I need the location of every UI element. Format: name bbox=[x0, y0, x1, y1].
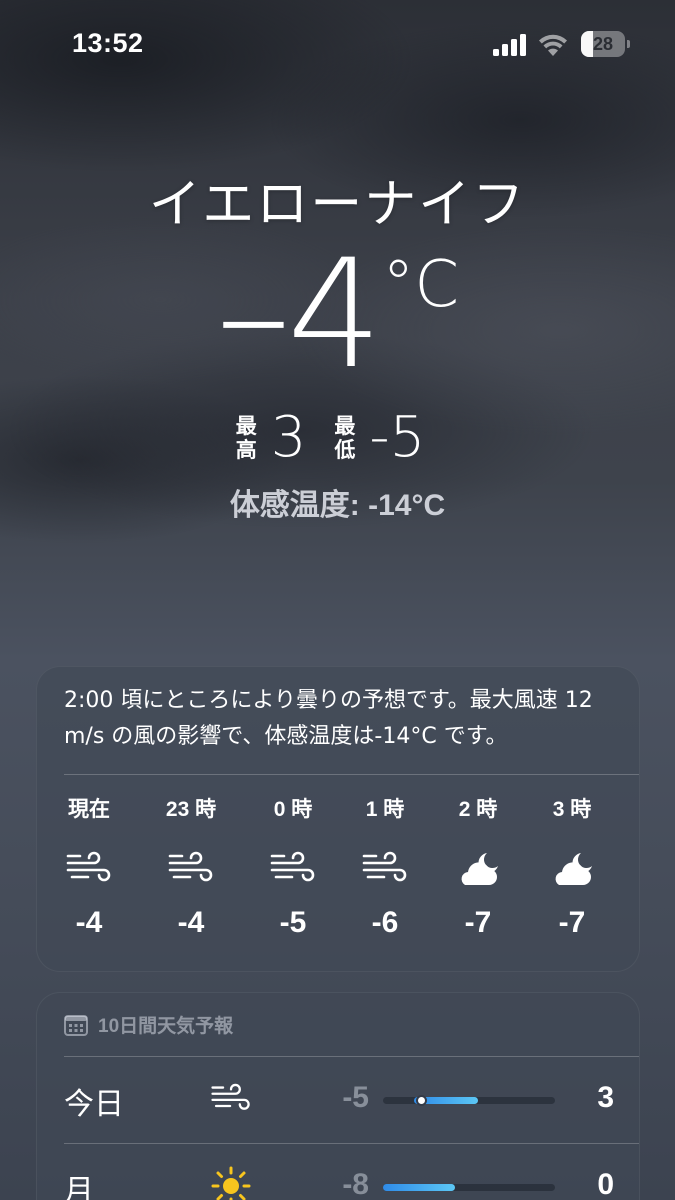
battery-icon: 28 bbox=[581, 31, 631, 57]
wind-icon bbox=[360, 849, 410, 889]
high-low: 最高 3 最低 -5 bbox=[0, 408, 675, 468]
calendar-icon bbox=[64, 1014, 88, 1036]
hour-label: 23 時 bbox=[165, 798, 217, 821]
temperature-range-bar bbox=[383, 1184, 555, 1191]
hour-temperature: -6 bbox=[371, 906, 399, 939]
high-label: 最高 bbox=[235, 414, 257, 462]
hour-label: 1 時 bbox=[365, 798, 405, 821]
sun-icon bbox=[209, 1166, 253, 1200]
hour-temperature: -5 bbox=[279, 906, 307, 939]
current-temperature: –4°C bbox=[0, 235, 675, 395]
day-high: 3 bbox=[597, 1081, 614, 1114]
temperature-unit: °C bbox=[382, 248, 460, 322]
day-row[interactable]: 月 -8 0 bbox=[37, 1144, 641, 1200]
low-temperature: -5 bbox=[369, 405, 426, 470]
day-low: -8 bbox=[342, 1168, 369, 1200]
battery-level: 28 bbox=[592, 34, 614, 54]
hourly-forecast-card[interactable]: 2:00 頃にところにより曇りの予想です。最大風速 12 m/s の風の影響で、… bbox=[36, 666, 640, 972]
ten-day-title: 10日間天気予報 bbox=[98, 1016, 234, 1037]
high-temperature: 3 bbox=[270, 405, 307, 470]
signal-icon bbox=[493, 34, 526, 56]
wind-icon bbox=[166, 849, 216, 889]
day-low: -5 bbox=[342, 1081, 369, 1114]
divider bbox=[64, 774, 639, 775]
ten-day-header: 10日間天気予報 bbox=[64, 1011, 233, 1038]
wifi-icon bbox=[539, 34, 567, 56]
hour-temperature: -7 bbox=[558, 906, 586, 939]
hour-item: 1 時 -6 bbox=[335, 795, 435, 941]
wind-icon bbox=[268, 849, 318, 889]
hour-temperature: -4 bbox=[177, 906, 205, 939]
temperature-range-fill bbox=[383, 1184, 456, 1191]
hour-label: 3 時 bbox=[552, 798, 592, 821]
temperature-range-bar bbox=[383, 1095, 555, 1106]
hour-item: 0 時 -5 bbox=[243, 795, 343, 941]
hour-label: 2 時 bbox=[458, 798, 498, 821]
hour-label: 0 時 bbox=[273, 798, 313, 821]
hour-item: 現在 -4 bbox=[39, 795, 139, 941]
status-bar: 13:52 28 bbox=[0, 0, 675, 90]
low-label: 最低 bbox=[334, 414, 356, 462]
hour-item: 2 時 -7 bbox=[428, 795, 528, 941]
wind-icon bbox=[64, 849, 114, 889]
cloud-moon-icon bbox=[453, 849, 503, 889]
ten-day-forecast-card[interactable]: 10日間天気予報 今日 -5 3 月 -8 0 bbox=[36, 992, 640, 1200]
temperature-value: –4 bbox=[215, 228, 382, 402]
hour-temperature: -7 bbox=[464, 906, 492, 939]
feels-like: 体感温度: -14°C bbox=[229, 489, 446, 522]
hour-item: 3 時 -7 bbox=[522, 795, 622, 941]
day-row[interactable]: 今日 -5 3 bbox=[37, 1057, 641, 1143]
location-name[interactable]: イエローナイフ bbox=[0, 162, 675, 237]
day-name: 月 bbox=[64, 1174, 94, 1200]
hour-item: 23 時 -4 bbox=[141, 795, 241, 941]
status-time: 13:52 bbox=[72, 28, 144, 58]
day-high: 0 bbox=[597, 1168, 614, 1200]
forecast-summary: 2:00 頃にところにより曇りの予想です。最大風速 12 m/s の風の影響で、… bbox=[64, 688, 593, 749]
hour-label: 現在 bbox=[68, 798, 110, 821]
cloud-moon-icon bbox=[547, 849, 597, 889]
hourly-list[interactable]: 現在 -4 23 時 -4 0 時 -5 1 時 -6 2 時 -7 3 時 -7 bbox=[37, 795, 641, 955]
wind-icon bbox=[209, 1079, 253, 1119]
current-temperature-marker bbox=[415, 1095, 427, 1106]
day-name: 今日 bbox=[64, 1087, 124, 1122]
hour-temperature: -4 bbox=[75, 906, 103, 939]
